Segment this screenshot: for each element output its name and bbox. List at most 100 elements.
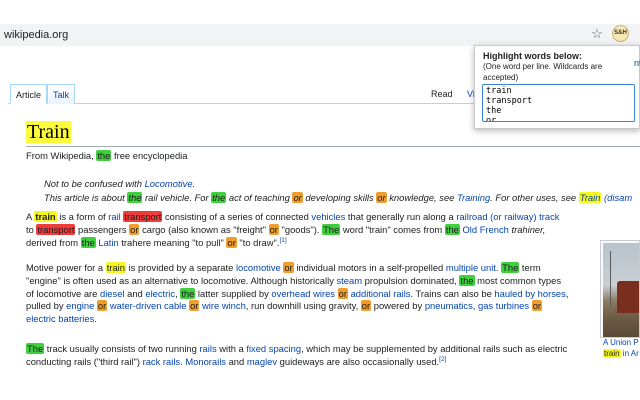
text: propulsion dominated, [362, 274, 460, 286]
link-steam[interactable]: steam [336, 275, 362, 286]
word-line: or [486, 116, 497, 122]
text: . [94, 313, 97, 325]
text: of locomotive are [26, 287, 100, 299]
text: word "train" comes from [340, 223, 445, 235]
text: pulled by [26, 300, 67, 312]
link-monorails[interactable]: Monorails [185, 356, 226, 367]
hatnote-text: knowledge, see [386, 192, 457, 203]
highlight-the: the [444, 223, 460, 235]
highlight-or: or [96, 300, 108, 312]
highlight-popup: Highlight words below: (One word per lin… [474, 45, 640, 129]
link-engine[interactable]: engine [66, 300, 94, 311]
link-old-french[interactable]: Old French [463, 224, 509, 235]
highlight-or: or [360, 300, 372, 312]
highlight-the: the [211, 192, 227, 203]
link-locomotive[interactable]: Locomotive [145, 178, 193, 189]
link-multiple-unit[interactable]: multiple unit [446, 262, 496, 273]
tab-talk[interactable]: Talk [47, 84, 76, 104]
extension-icon[interactable]: S&H [612, 25, 629, 42]
text: powered by [371, 300, 425, 312]
link-locomotive[interactable]: locomotive [236, 262, 281, 273]
text: passengers [75, 223, 130, 235]
hatnote-text: . For other uses, see [490, 192, 579, 203]
highlight-the: The [501, 262, 520, 273]
text: , [565, 287, 569, 299]
link-overhead-wires[interactable]: overhead wires [271, 288, 335, 299]
citation-1[interactable]: [1] [279, 236, 286, 244]
link-gas-turbines[interactable]: gas turbines [478, 300, 529, 311]
link-water-driven-cable[interactable]: water-driven cable [110, 300, 187, 311]
tab-read[interactable]: Read [426, 84, 458, 104]
popup-hint-2: accepted) [483, 72, 519, 82]
highlight-or: or [531, 300, 543, 312]
paragraph-2: Motive power for a train is provided by … [26, 262, 596, 326]
link-train-disambiguation[interactable]: Train [578, 192, 602, 203]
word-line: the [486, 106, 502, 116]
link-railroad[interactable]: railroad (or railway) track [456, 211, 559, 222]
text: track usually consists of two running [44, 343, 200, 354]
word-line: train [486, 86, 512, 96]
text: and [124, 287, 146, 299]
text: guideways are also occasionally used. [277, 355, 440, 367]
right-edge-link[interactable]: nt [634, 58, 640, 68]
link-additional-rails[interactable]: additional rails [351, 288, 411, 299]
link-electric-batteries[interactable]: electric batteries [26, 313, 94, 324]
link-hauled-by-horses[interactable]: hauled by horses [494, 288, 565, 299]
star-icon[interactable]: ☆ [590, 27, 604, 41]
words-textarea[interactable]: train transport the or [482, 84, 635, 122]
link-wire-winch[interactable]: wire winch [202, 300, 246, 311]
link-vehicles[interactable]: vehicles [311, 211, 345, 222]
link-caption-location[interactable]: in Ar [621, 349, 639, 358]
highlight-the: the [127, 192, 143, 203]
train-shape [617, 281, 639, 313]
text: , run downhill using gravity, [245, 300, 361, 312]
text: cargo (also known as "freight" [139, 223, 269, 235]
link-training[interactable]: Training [457, 192, 490, 203]
highlight-the: the [180, 287, 196, 299]
address-bar[interactable] [0, 24, 640, 46]
link-pneumatics[interactable]: pneumatics [425, 300, 473, 311]
word-line: transport [486, 96, 533, 106]
link-transport[interactable]: transport [123, 211, 163, 222]
title-divider [26, 146, 640, 147]
highlight-or: or [268, 223, 279, 235]
highlight-or: or [129, 223, 140, 235]
highlight-train: train [603, 349, 621, 358]
link-rail[interactable]: rail [108, 211, 121, 222]
paragraph-1: A train is a form of rail transport cons… [26, 211, 596, 249]
highlight-or: or [292, 192, 303, 203]
url-text[interactable]: wikipedia.org [4, 29, 68, 41]
link-maglev[interactable]: maglev [247, 356, 277, 367]
highlight-the: the [80, 236, 96, 248]
link-union-pacific[interactable]: A Union P [603, 338, 639, 347]
text: most common types [474, 274, 562, 286]
infobox-image[interactable] [600, 240, 640, 338]
hatnote-text: Not to be confused with [44, 178, 145, 189]
highlight-or: or [283, 262, 294, 273]
link-disambiguation[interactable]: (disam [601, 192, 632, 203]
link-rails[interactable]: rails [199, 343, 216, 354]
highlight-the: the [96, 150, 112, 161]
text: trahere meaning "to pull" [118, 236, 227, 248]
text: , which may be supplemented by additiona… [301, 343, 568, 354]
hatnote-text: act of teaching [226, 192, 293, 203]
text: derived from [26, 236, 81, 248]
tab-article[interactable]: Article [10, 84, 48, 104]
text: that generally run along a [345, 211, 457, 222]
link-electric[interactable]: electric [145, 288, 175, 299]
text: . Trains can also be [410, 287, 495, 299]
text: with a [216, 343, 247, 354]
link-latin[interactable]: Latin [98, 237, 118, 248]
text: trahiner, [508, 223, 546, 235]
link-rack-rails[interactable]: rack rails [143, 356, 181, 367]
citation-2[interactable]: [2] [439, 356, 446, 363]
link-fixed-spacing[interactable]: fixed spacing [246, 343, 301, 354]
paragraph-3: The track usually consists of two runnin… [26, 343, 596, 369]
text: "goods"). [278, 223, 323, 235]
highlight-the: The [26, 343, 45, 354]
hatnote-text: developing skills [302, 192, 377, 203]
highlight-train: train [105, 262, 126, 273]
popup-hint: (One word per line. Wildcards are [483, 62, 603, 71]
link-diesel[interactable]: diesel [100, 288, 125, 299]
highlight-or: or [337, 287, 348, 299]
